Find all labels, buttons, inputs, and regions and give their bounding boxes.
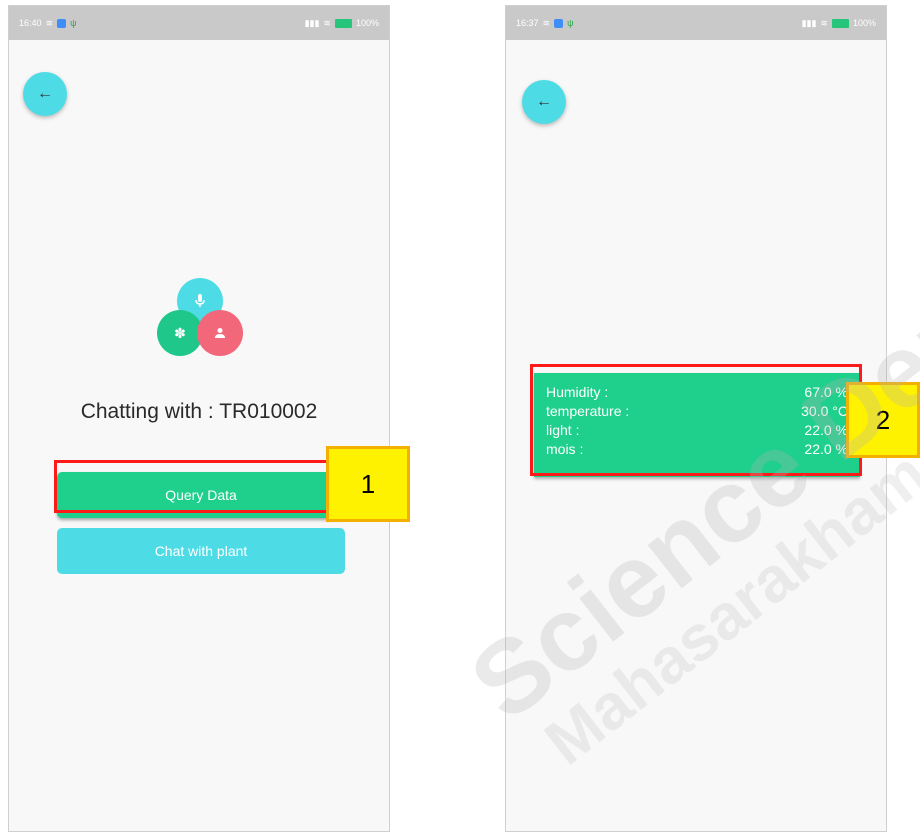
app-icon bbox=[554, 18, 564, 28]
wifi-icon: ≋ bbox=[323, 17, 331, 28]
battery-icon bbox=[334, 18, 352, 28]
usb-icon: ψ bbox=[567, 17, 574, 28]
left-phone-screen: 16:40 ≋ ψ ▮▮▮ ≋ 100% ← ✽ Chatting with :… bbox=[8, 5, 390, 832]
wifi-icon: ≋ bbox=[820, 17, 828, 28]
app-logo: ✽ bbox=[157, 278, 247, 364]
status-time: 16:40 bbox=[19, 18, 42, 28]
chat-with-plant-button[interactable]: Chat with plant bbox=[57, 528, 345, 574]
arrow-left-icon: ← bbox=[536, 93, 552, 110]
person-icon bbox=[197, 310, 243, 356]
arrow-left-icon: ← bbox=[37, 85, 53, 102]
battery-percent: 100% bbox=[355, 18, 379, 28]
back-button[interactable]: ← bbox=[23, 72, 67, 116]
status-time: 16:37 bbox=[516, 18, 539, 28]
battery-percent: 100% bbox=[852, 18, 876, 28]
notification-icon: ≋ bbox=[542, 17, 551, 28]
signal-icon: ▮▮▮ bbox=[304, 17, 320, 28]
app-icon bbox=[57, 18, 67, 28]
back-button[interactable]: ← bbox=[522, 80, 566, 124]
status-bar: 16:40 ≋ ψ ▮▮▮ ≋ 100% bbox=[9, 6, 389, 40]
battery-icon bbox=[831, 18, 849, 28]
highlight-box-sensor-data bbox=[530, 364, 862, 476]
chat-title: Chatting with : TR010002 bbox=[80, 400, 318, 423]
usb-icon: ψ bbox=[70, 17, 77, 28]
notification-icon: ≋ bbox=[45, 17, 54, 28]
status-bar: 16:37 ≋ ψ ▮▮▮ ≋ 100% bbox=[506, 6, 886, 40]
callout-label-1: 1 bbox=[326, 446, 410, 522]
signal-icon: ▮▮▮ bbox=[801, 17, 817, 28]
highlight-box-query-data bbox=[54, 460, 350, 513]
callout-label-2: 2 bbox=[846, 382, 920, 458]
